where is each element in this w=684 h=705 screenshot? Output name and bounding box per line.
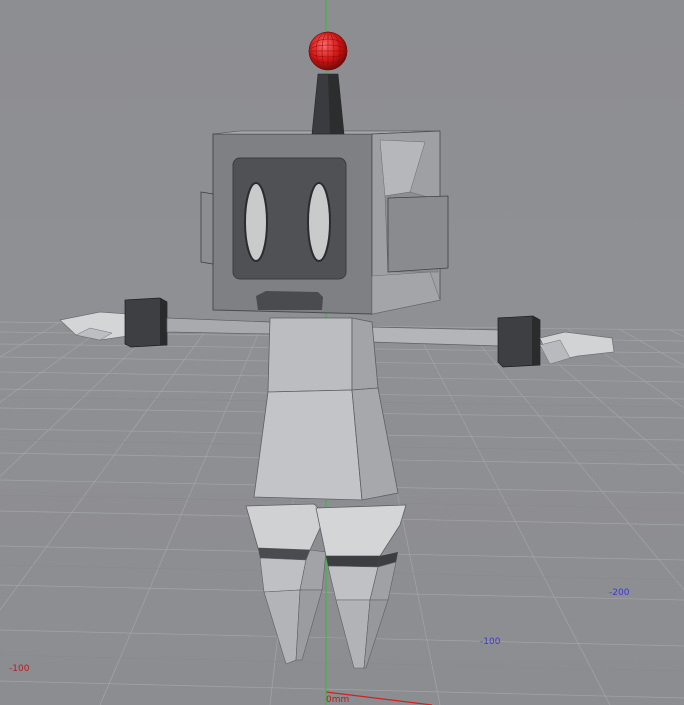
robot-model[interactable] [59, 31, 615, 669]
grid-label-neg-x: -100 [9, 664, 30, 674]
grid-label-z-100: -100 [480, 637, 501, 647]
3d-viewport[interactable]: -100 -100 -200 0mm [0, 0, 684, 705]
robot-eye-left [244, 182, 268, 262]
robot-mouth [256, 291, 323, 310]
grid-label-z-200: -200 [609, 588, 630, 598]
grid-label-origin: 0mm [326, 695, 350, 705]
robot-eye-right [307, 182, 331, 262]
scene-canvas[interactable] [0, 0, 684, 705]
